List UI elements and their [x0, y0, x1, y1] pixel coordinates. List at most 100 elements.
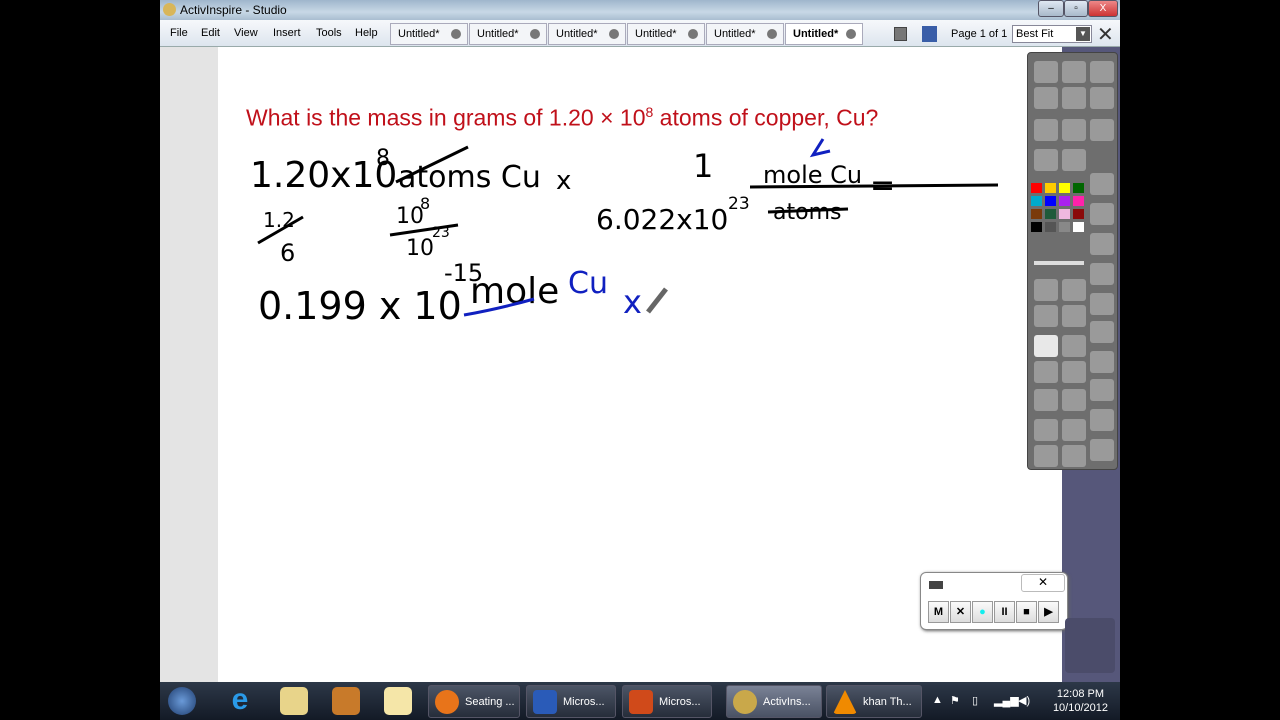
toolbox-tool-7-icon[interactable] [1034, 119, 1058, 141]
chevron-down-icon[interactable]: ▼ [1076, 27, 1090, 41]
toolbox-tool-3-icon[interactable] [1090, 61, 1114, 83]
taskbar-item-activinspire[interactable]: ActivIns... [726, 685, 822, 718]
recorder-mute-button[interactable]: M [928, 601, 949, 623]
menu-insert[interactable]: Insert [273, 27, 301, 39]
toolbox-tool-28-icon[interactable] [1034, 389, 1058, 411]
tab-untitled-1[interactable]: Untitled* [390, 23, 468, 45]
toolbox-tool-24-icon[interactable] [1090, 351, 1114, 373]
color-swatch[interactable] [1073, 209, 1084, 219]
recorder-record-button[interactable]: ● [972, 601, 993, 623]
toolbox-tool-29-icon[interactable] [1062, 389, 1086, 411]
color-swatch[interactable] [1045, 183, 1056, 193]
pen-width-slider[interactable] [1034, 261, 1084, 265]
tab-close-icon[interactable] [767, 29, 777, 39]
taskbar-item-powerpoint[interactable]: Micros... [622, 685, 712, 718]
color-swatch[interactable] [1059, 183, 1070, 193]
tab-close-icon[interactable] [451, 29, 461, 39]
toolbox-tool-21-icon[interactable] [1090, 321, 1114, 343]
toolbox-tool-14-icon[interactable] [1090, 233, 1114, 255]
toolbox-tool-20-icon[interactable] [1062, 305, 1086, 327]
color-swatch[interactable] [1031, 183, 1042, 193]
toolbox-tool-33-icon[interactable] [1090, 439, 1114, 461]
close-button[interactable]: X [1088, 0, 1118, 17]
file-explorer-icon[interactable] [280, 687, 308, 715]
page-view-icon[interactable] [894, 27, 907, 41]
tab-untitled-2[interactable]: Untitled* [469, 23, 547, 45]
tab-close-icon[interactable] [688, 29, 698, 39]
toolbox-tool-13-icon[interactable] [1090, 203, 1114, 225]
toolbox-tool-30-icon[interactable] [1090, 409, 1114, 431]
toolbox-tool-31-icon[interactable] [1034, 419, 1058, 441]
color-swatch[interactable] [1045, 209, 1056, 219]
zoom-select[interactable]: Best Fit ▼ [1012, 25, 1092, 43]
color-swatch[interactable] [1073, 183, 1084, 193]
color-swatch[interactable] [1059, 196, 1070, 206]
toolbox-tool-10-icon[interactable] [1034, 149, 1058, 171]
color-swatch[interactable] [1073, 196, 1084, 206]
power-icon[interactable]: ▯ [972, 694, 978, 707]
volume-icon[interactable]: ◀) [1018, 694, 1030, 707]
toolbox-tool-25-icon[interactable] [1034, 361, 1058, 383]
maximize-button[interactable]: ▫ [1064, 0, 1088, 17]
toolbox-tool-11-icon[interactable] [1062, 149, 1086, 171]
menu-edit[interactable]: Edit [201, 27, 220, 39]
recorder-close-button[interactable]: ✕ [1021, 574, 1065, 592]
color-swatch[interactable] [1073, 222, 1084, 232]
toolbox-tool-32-icon[interactable] [1062, 419, 1086, 441]
recorder-cancel-button[interactable]: ✕ [950, 601, 971, 623]
recorder-pause-button[interactable]: II [994, 601, 1015, 623]
menu-help[interactable]: Help [355, 27, 378, 39]
toolbox-tool-16-icon[interactable] [1034, 279, 1058, 301]
minimize-button[interactable]: – [1038, 0, 1064, 17]
color-swatch[interactable] [1031, 222, 1042, 232]
tab-untitled-3[interactable]: Untitled* [548, 23, 626, 45]
toolbox-tool-8-icon[interactable] [1062, 119, 1086, 141]
color-swatch[interactable] [1031, 196, 1042, 206]
start-button[interactable] [168, 687, 196, 715]
toolbox-tool-27-icon[interactable] [1090, 379, 1114, 401]
color-swatch[interactable] [1045, 222, 1056, 232]
toolbox-tool-12-icon[interactable] [1090, 173, 1114, 195]
page-browser-icon[interactable] [922, 26, 937, 42]
action-center-flag-icon[interactable]: ⚑ [950, 694, 960, 707]
tab-untitled-5[interactable]: Untitled* [706, 23, 784, 45]
toolbox-tool-18-icon[interactable] [1090, 293, 1114, 315]
tab-untitled-6[interactable]: Untitled* [785, 23, 863, 45]
taskbar-item-word[interactable]: Micros... [526, 685, 616, 718]
toolbox-tool-2-icon[interactable] [1062, 61, 1086, 83]
toolbox-tool-19-icon[interactable] [1034, 305, 1058, 327]
toolbox-tool-22-icon[interactable] [1034, 335, 1058, 357]
media-player-icon[interactable] [332, 687, 360, 715]
recorder-stop-button[interactable]: ■ [1016, 601, 1037, 623]
clock[interactable]: 12:08 PM 10/10/2012 [1053, 687, 1108, 715]
menu-file[interactable]: File [170, 27, 188, 39]
close-flipchart-icon[interactable]: ✕ [1097, 22, 1114, 47]
tab-close-icon[interactable] [530, 29, 540, 39]
toolbox-tool-26-icon[interactable] [1062, 361, 1086, 383]
menu-tools[interactable]: Tools [316, 27, 342, 39]
menu-view[interactable]: View [234, 27, 258, 39]
toolbox-tool-34-icon[interactable] [1034, 445, 1058, 467]
network-icon[interactable]: ▂▄▆ [994, 694, 1019, 707]
taskbar-item-vlc[interactable]: khan Th... [826, 685, 922, 718]
toolbox-tool-5-icon[interactable] [1062, 87, 1086, 109]
color-swatch[interactable] [1059, 222, 1070, 232]
toolbox-tool-23-icon[interactable] [1062, 335, 1086, 357]
favorites-icon[interactable] [384, 687, 412, 715]
toolbox-tool-17-icon[interactable] [1062, 279, 1086, 301]
tab-close-icon[interactable] [846, 29, 856, 39]
internet-explorer-icon[interactable]: e [226, 685, 254, 715]
toolbox-tool-15-icon[interactable] [1090, 263, 1114, 285]
color-swatch[interactable] [1031, 209, 1042, 219]
toolbox-tool-4-icon[interactable] [1034, 87, 1058, 109]
color-swatch[interactable] [1045, 196, 1056, 206]
show-hidden-icons-icon[interactable]: ▲ [932, 694, 943, 706]
toolbox-tool-9-icon[interactable] [1090, 119, 1114, 141]
recorder-more-button[interactable]: ▶ [1038, 601, 1059, 623]
toolbox-tool-1-icon[interactable] [1034, 61, 1058, 83]
taskbar-item-firefox[interactable]: Seating ... [428, 685, 520, 718]
trash-can-icon[interactable] [1065, 618, 1115, 673]
toolbox-tool-35-icon[interactable] [1062, 445, 1086, 467]
toolbox-tool-6-icon[interactable] [1090, 87, 1114, 109]
tab-close-icon[interactable] [609, 29, 619, 39]
